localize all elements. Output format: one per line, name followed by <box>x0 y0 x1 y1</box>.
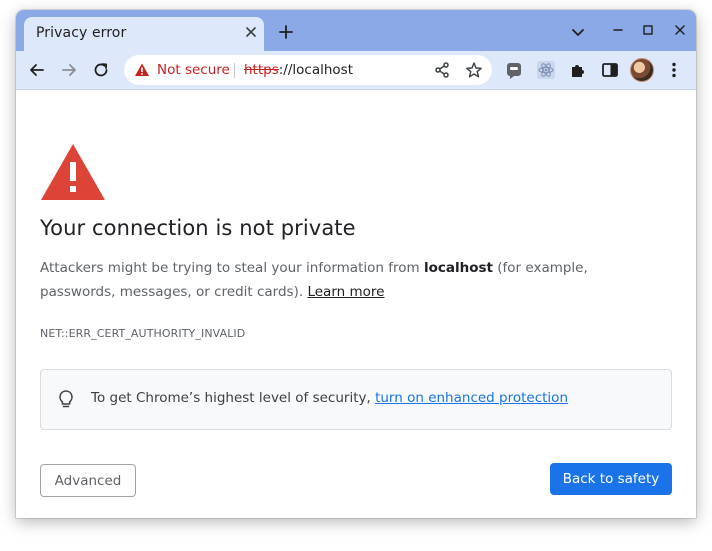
omnibox-divider <box>234 63 235 78</box>
plus-icon[interactable] <box>276 22 296 42</box>
close-icon[interactable] <box>243 24 259 40</box>
star-icon[interactable] <box>462 58 486 82</box>
explanation-host: localhost <box>423 260 493 276</box>
address-bar[interactable]: Not secure https://localhost <box>124 55 492 85</box>
tip-body: To get Chrome’s highest level of securit… <box>91 390 376 406</box>
warning-triangle-icon[interactable] <box>134 62 150 78</box>
arrow-right-icon[interactable] <box>57 58 81 82</box>
enhanced-protection-tip: To get Chrome’s highest level of securit… <box>40 369 672 430</box>
explanation-part-1: Attackers might be trying to steal your … <box>40 260 424 276</box>
tip-text: To get Chrome’s highest level of securit… <box>91 390 568 406</box>
explanation-text: Attackers might be trying to steal your … <box>40 256 660 304</box>
error-code[interactable]: NET::ERR_CERT_AUTHORITY_INVALID <box>40 327 245 340</box>
tab-strip: Privacy error <box>16 10 696 51</box>
interstitial-page: Your connection is not private Attackers… <box>16 91 696 518</box>
window-close-icon[interactable] <box>670 20 690 40</box>
extension-chat-icon[interactable] <box>502 58 526 82</box>
profile-avatar[interactable] <box>630 58 654 82</box>
reload-icon[interactable] <box>89 58 113 82</box>
url-host: ://localhost <box>278 62 353 78</box>
puzzle-icon[interactable] <box>566 58 590 82</box>
page-title: Your connection is not private <box>40 216 356 240</box>
toolbar: Not secure https://localhost <box>16 51 696 90</box>
kebab-menu-icon[interactable] <box>662 58 686 82</box>
minimize-icon[interactable] <box>608 20 628 40</box>
learn-more-link[interactable]: Learn more <box>307 284 384 300</box>
react-devtools-icon[interactable] <box>534 58 558 82</box>
lightbulb-icon <box>55 388 77 410</box>
browser-window: Privacy error Not secure https://localho… <box>16 10 696 518</box>
arrow-left-icon[interactable] <box>25 58 49 82</box>
url-text[interactable]: https://localhost <box>244 62 353 78</box>
warning-triangle-icon <box>40 143 106 201</box>
share-icon[interactable] <box>430 58 454 82</box>
security-status[interactable]: Not secure <box>157 62 230 78</box>
tab-title: Privacy error <box>36 25 127 41</box>
back-to-safety-button[interactable]: Back to safety <box>550 463 672 495</box>
advanced-button[interactable]: Advanced <box>40 464 136 497</box>
url-scheme: https <box>244 62 279 78</box>
chevron-down-icon[interactable] <box>568 22 588 42</box>
enhanced-protection-link[interactable]: turn on enhanced protection <box>375 390 568 406</box>
side-panel-icon[interactable] <box>598 58 622 82</box>
tab-privacy-error[interactable]: Privacy error <box>24 17 264 51</box>
maximize-icon[interactable] <box>638 20 658 40</box>
